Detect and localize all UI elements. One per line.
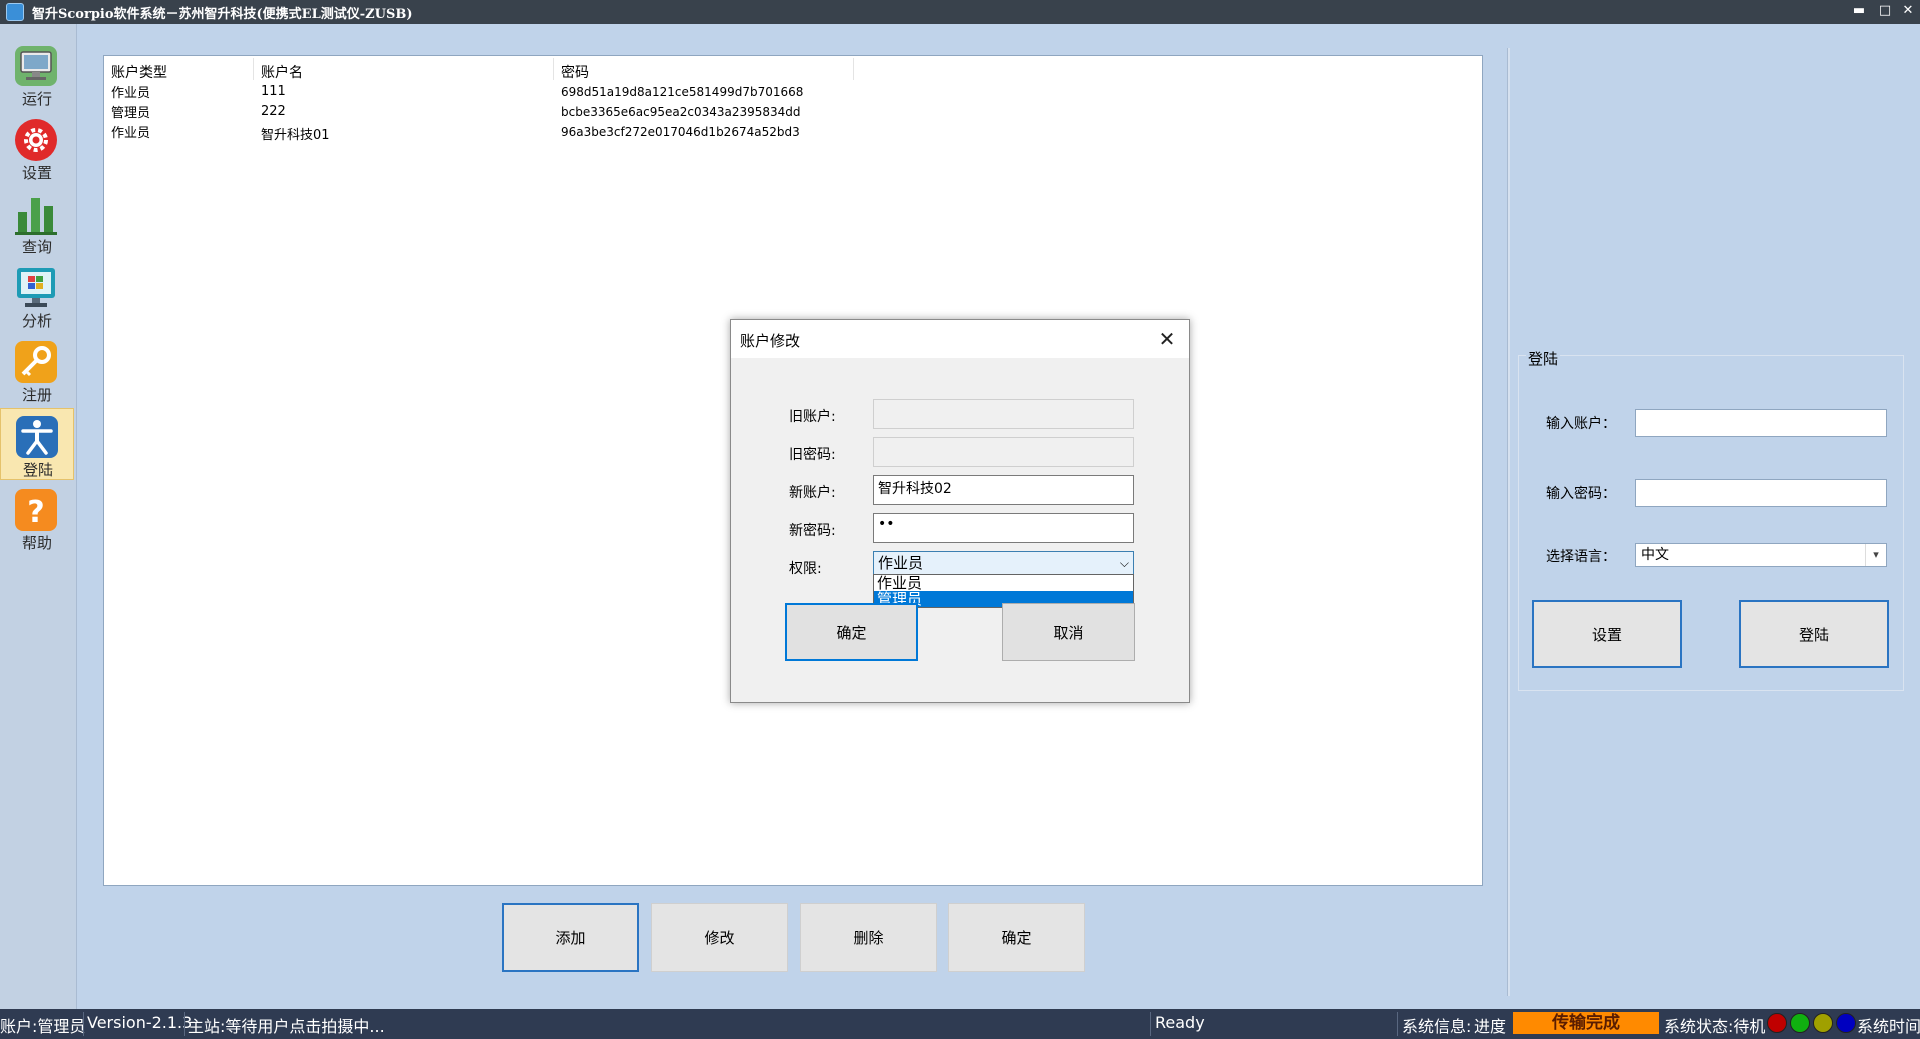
cell-password: bcbe3365e6ac95ea2c0343a2395834dd	[561, 105, 801, 119]
settings-button[interactable]: 设置	[1532, 600, 1682, 668]
cell-password: 698d51a19d8a121ce581499d7b701668	[561, 85, 804, 99]
cell-name: 智升科技01	[261, 128, 330, 143]
close-button[interactable]: ✕	[1899, 2, 1917, 20]
sidebar-item-label: 分析	[21, 312, 52, 330]
windows-monitor-icon	[17, 268, 55, 307]
status-account: 账户:管理员	[0, 1017, 86, 1036]
cell-password: 96a3be3cf272e017046d1b2674a52bd3	[561, 125, 800, 139]
column-divider[interactable]	[553, 58, 554, 80]
sidebar-item-login[interactable]: 登陆	[0, 408, 74, 480]
close-icon[interactable]: ✕	[1155, 327, 1179, 351]
gear-icon	[15, 119, 57, 161]
confirm-button[interactable]: 确定	[948, 903, 1085, 972]
status-ready: Ready	[1155, 1013, 1205, 1032]
old-password-label: 旧密码:	[789, 447, 836, 463]
cell-type: 管理员	[111, 106, 151, 121]
login-group-title: 登陆	[1526, 348, 1561, 369]
window-title: 智升Scorpio软件系统－苏州智升科技(便携式EL测试仪-ZUSB)	[32, 7, 413, 22]
account-input[interactable]	[1635, 409, 1887, 437]
sidebar-item-label: 查询	[21, 238, 52, 256]
progress-indicator: 传输完成	[1513, 1012, 1659, 1034]
old-account-label: 旧账户:	[789, 409, 836, 425]
sidebar-item-register[interactable]: 注册	[0, 334, 74, 406]
status-light-yellow	[1813, 1013, 1833, 1033]
help-icon: ?	[15, 489, 57, 531]
cell-type: 作业员	[111, 126, 151, 141]
dialog-confirm-button[interactable]: 确定	[785, 603, 918, 661]
monitor-icon	[15, 46, 57, 86]
status-light-red	[1767, 1013, 1787, 1033]
status-system-time: 系统时间:	[1857, 1017, 1920, 1036]
cell-name: 222	[261, 104, 286, 119]
sidebar-item-analysis[interactable]: 分析	[0, 260, 74, 332]
sidebar-item-query[interactable]: 查询	[0, 186, 74, 258]
new-account-field[interactable]: 智升科技02	[873, 475, 1134, 505]
language-label: 选择语言：	[1546, 549, 1616, 565]
column-divider[interactable]	[853, 58, 854, 80]
svg-text:?: ?	[27, 495, 44, 530]
chevron-down-icon: ⌵	[1119, 556, 1129, 570]
password-input[interactable]	[1635, 479, 1887, 507]
language-select-value: 中文	[1641, 547, 1669, 563]
column-header-password[interactable]: 密码	[561, 62, 589, 82]
status-divider	[1397, 1012, 1398, 1036]
new-password-label: 新密码:	[789, 523, 836, 539]
sidebar-item-help[interactable]: ? 帮助	[0, 482, 74, 554]
sidebar-item-label: 注册	[21, 386, 52, 404]
sidebar-item-label: 设置	[21, 164, 52, 182]
status-bar: 账户:管理员 Version-2.1.3 主站:等待用户点击拍摄中... Rea…	[0, 1009, 1920, 1039]
add-button[interactable]: 添加	[502, 903, 639, 972]
delete-button[interactable]: 删除	[800, 903, 937, 972]
new-password-field[interactable]: ••	[873, 513, 1134, 543]
sidebar-item-label: 帮助	[21, 534, 52, 552]
key-icon	[15, 341, 57, 383]
dialog-cancel-button[interactable]: 取消	[1002, 603, 1135, 661]
chevron-down-icon: ▾	[1865, 544, 1886, 566]
new-account-label: 新账户:	[789, 485, 836, 501]
account-label: 输入账户：	[1546, 416, 1616, 432]
dialog-title: 账户修改	[740, 332, 801, 350]
account-edit-dialog: 账户修改 ✕ 旧账户: 旧密码: 新账户: 智升科技02 新密码: •• 权限:…	[730, 319, 1190, 703]
permission-label: 权限:	[789, 561, 822, 577]
old-password-field[interactable]	[873, 437, 1134, 467]
column-header-name[interactable]: 账户名	[261, 62, 303, 82]
login-button[interactable]: 登陆	[1739, 600, 1889, 668]
status-divider	[184, 1012, 185, 1036]
old-account-field[interactable]	[873, 399, 1134, 429]
cell-name: 111	[261, 84, 286, 99]
sidebar-item-settings[interactable]: 设置	[0, 112, 74, 184]
accessibility-person-icon	[16, 416, 58, 458]
status-light-green	[1790, 1013, 1810, 1033]
language-select[interactable]: 中文 ▾	[1635, 543, 1887, 567]
panel-divider	[1507, 48, 1510, 996]
app-logo-icon	[6, 3, 24, 21]
modify-button[interactable]: 修改	[651, 903, 788, 972]
minimize-button[interactable]: ▬	[1850, 2, 1868, 20]
permission-select[interactable]: 作业员 ⌵	[873, 551, 1134, 575]
column-divider[interactable]	[253, 58, 254, 80]
dialog-titlebar: 账户修改 ✕	[731, 320, 1189, 358]
title-bar: 智升Scorpio软件系统－苏州智升科技(便携式EL测试仪-ZUSB) ▬ □ …	[0, 0, 1920, 24]
sidebar-item-run[interactable]: 运行	[0, 38, 74, 110]
sidebar-item-label: 运行	[21, 90, 52, 108]
permission-option[interactable]: 作业员	[874, 575, 1133, 591]
status-system-info: 系统信息:	[1402, 1017, 1472, 1036]
status-divider	[83, 1012, 84, 1036]
sidebar-item-label: 登陆	[22, 461, 53, 479]
status-divider	[1150, 1012, 1151, 1036]
sidebar: 运行 设置 查询 分析 注册 登陆 ? 帮助	[0, 24, 77, 1009]
status-version: Version-2.1.3	[87, 1013, 193, 1032]
password-label: 输入密码：	[1546, 486, 1616, 502]
status-light-blue	[1836, 1013, 1856, 1033]
cell-type: 作业员	[111, 86, 151, 101]
column-header-type[interactable]: 账户类型	[111, 62, 167, 82]
permission-select-value: 作业员	[878, 554, 924, 572]
status-system-state: 系统状态:待机	[1664, 1017, 1766, 1036]
status-main-station: 主站:等待用户点击拍摄中...	[188, 1017, 385, 1036]
maximize-button[interactable]: □	[1876, 2, 1894, 20]
status-progress-label: 进度	[1474, 1017, 1507, 1036]
bar-chart-icon	[15, 198, 57, 235]
